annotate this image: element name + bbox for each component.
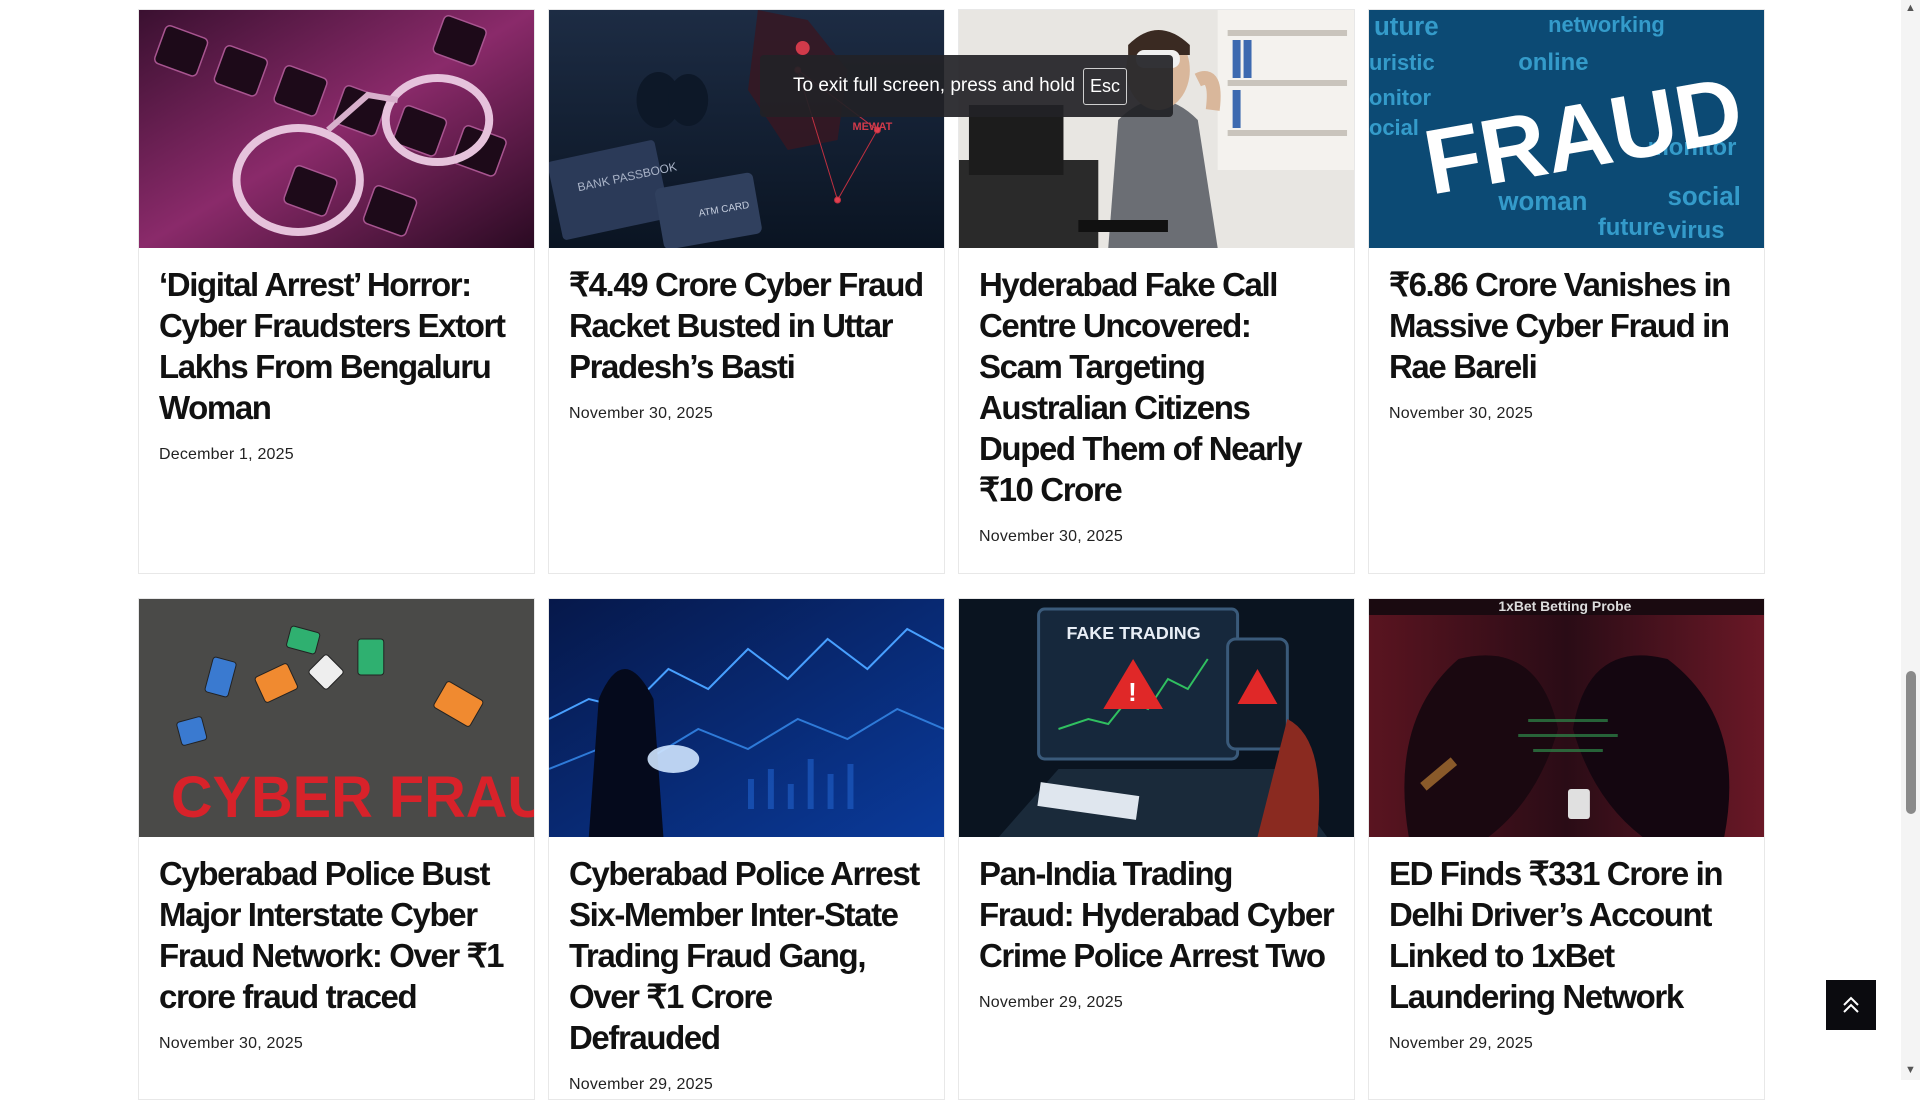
article-card[interactable]: FAKE TRADING ! Pan-India Trading Fraud: … (958, 598, 1355, 1100)
scrollbar-thumb[interactable] (1906, 671, 1916, 814)
fullscreen-exit-toast: To exit full screen, press and hold Esc (760, 55, 1173, 117)
scroll-up-arrow-icon[interactable]: ▲ (1905, 2, 1916, 14)
svg-text:ocial: ocial (1369, 115, 1419, 140)
article-card[interactable]: ‘Digital Arrest’ Horror: Cyber Fraudster… (138, 9, 535, 574)
betting-probe-text: 1xBet Betting Probe (1498, 599, 1631, 614)
cyber-fraud-text: CYBER FRAUD (171, 766, 534, 830)
back-to-top-button[interactable] (1826, 980, 1876, 1030)
esc-key-badge: Esc (1083, 67, 1128, 105)
article-date: November 29, 2025 (1389, 1035, 1533, 1052)
svg-text:networking: networking (1548, 12, 1665, 37)
svg-text:onitor: onitor (1369, 85, 1431, 110)
article-title[interactable]: ₹6.86 Crore Vanishes in Massive Cyber Fr… (1389, 264, 1744, 387)
svg-text:uture: uture (1374, 13, 1439, 41)
article-card[interactable]: Cyberabad Police Arrest Six-Member Inter… (548, 598, 945, 1100)
article-date: November 29, 2025 (569, 1076, 713, 1093)
article-thumbnail[interactable] (139, 10, 534, 248)
article-title[interactable]: Cyberabad Police Bust Major Interstate C… (159, 853, 514, 1017)
scroll-down-arrow-icon[interactable]: ▼ (1905, 1064, 1916, 1076)
article-date: November 29, 2025 (979, 994, 1123, 1011)
article-title[interactable]: Pan-India Trading Fraud: Hyderabad Cyber… (979, 853, 1335, 976)
article-date: December 1, 2025 (159, 446, 294, 463)
article-date: November 30, 2025 (569, 405, 713, 422)
page-scrollbar[interactable]: ▲ ▼ (1901, 0, 1920, 1080)
article-title[interactable]: Hyderabad Fake Call Centre Uncovered: Sc… (979, 264, 1334, 510)
article-date: November 30, 2025 (159, 1035, 303, 1052)
article-thumbnail[interactable] (549, 599, 944, 837)
mewat-label: MEWAT (852, 121, 892, 133)
svg-text:social: social (1667, 183, 1740, 211)
article-date: November 30, 2025 (979, 528, 1123, 545)
svg-text:virus: virus (1667, 217, 1724, 244)
article-thumbnail[interactable] (959, 10, 1354, 248)
fake-trading-text: FAKE TRADING (1066, 623, 1200, 643)
article-thumbnail[interactable]: 1xBet Betting Probe (1369, 599, 1764, 837)
article-title[interactable]: ED Finds ₹331 Crore in Delhi Driver’s Ac… (1389, 853, 1744, 1017)
article-thumbnail[interactable]: CYBER FRAUD (139, 599, 534, 837)
article-card[interactable]: uture networking uristic online onitor o… (1368, 9, 1765, 574)
svg-text:online: online (1518, 49, 1588, 76)
article-title[interactable]: Cyberabad Police Arrest Six-Member Inter… (569, 853, 924, 1058)
article-title[interactable]: ₹4.49 Crore Cyber Fraud Racket Busted in… (569, 264, 924, 387)
fullscreen-toast-text: To exit full screen, press and hold (793, 75, 1075, 96)
chevron-up-icon (1843, 996, 1859, 1013)
svg-text:uristic: uristic (1369, 50, 1435, 75)
article-card[interactable]: 1xBet Betting Probe ED Finds ₹331 Crore … (1368, 598, 1765, 1100)
article-thumbnail[interactable]: uture networking uristic online onitor o… (1369, 10, 1764, 248)
article-thumbnail[interactable]: FAKE TRADING ! (959, 599, 1354, 837)
article-date: November 30, 2025 (1389, 405, 1533, 422)
article-grid-row-2: CYBER FRAUD Cyberabad Police Bust Major … (138, 598, 1765, 1100)
svg-text:future: future (1598, 214, 1666, 241)
article-card[interactable]: CYBER FRAUD Cyberabad Police Bust Major … (138, 598, 535, 1100)
svg-text:!: ! (1128, 679, 1137, 707)
article-title[interactable]: ‘Digital Arrest’ Horror: Cyber Fraudster… (159, 264, 514, 428)
article-thumbnail[interactable]: BANK PASSBOOK ATM CARD MEWAT (549, 10, 944, 248)
